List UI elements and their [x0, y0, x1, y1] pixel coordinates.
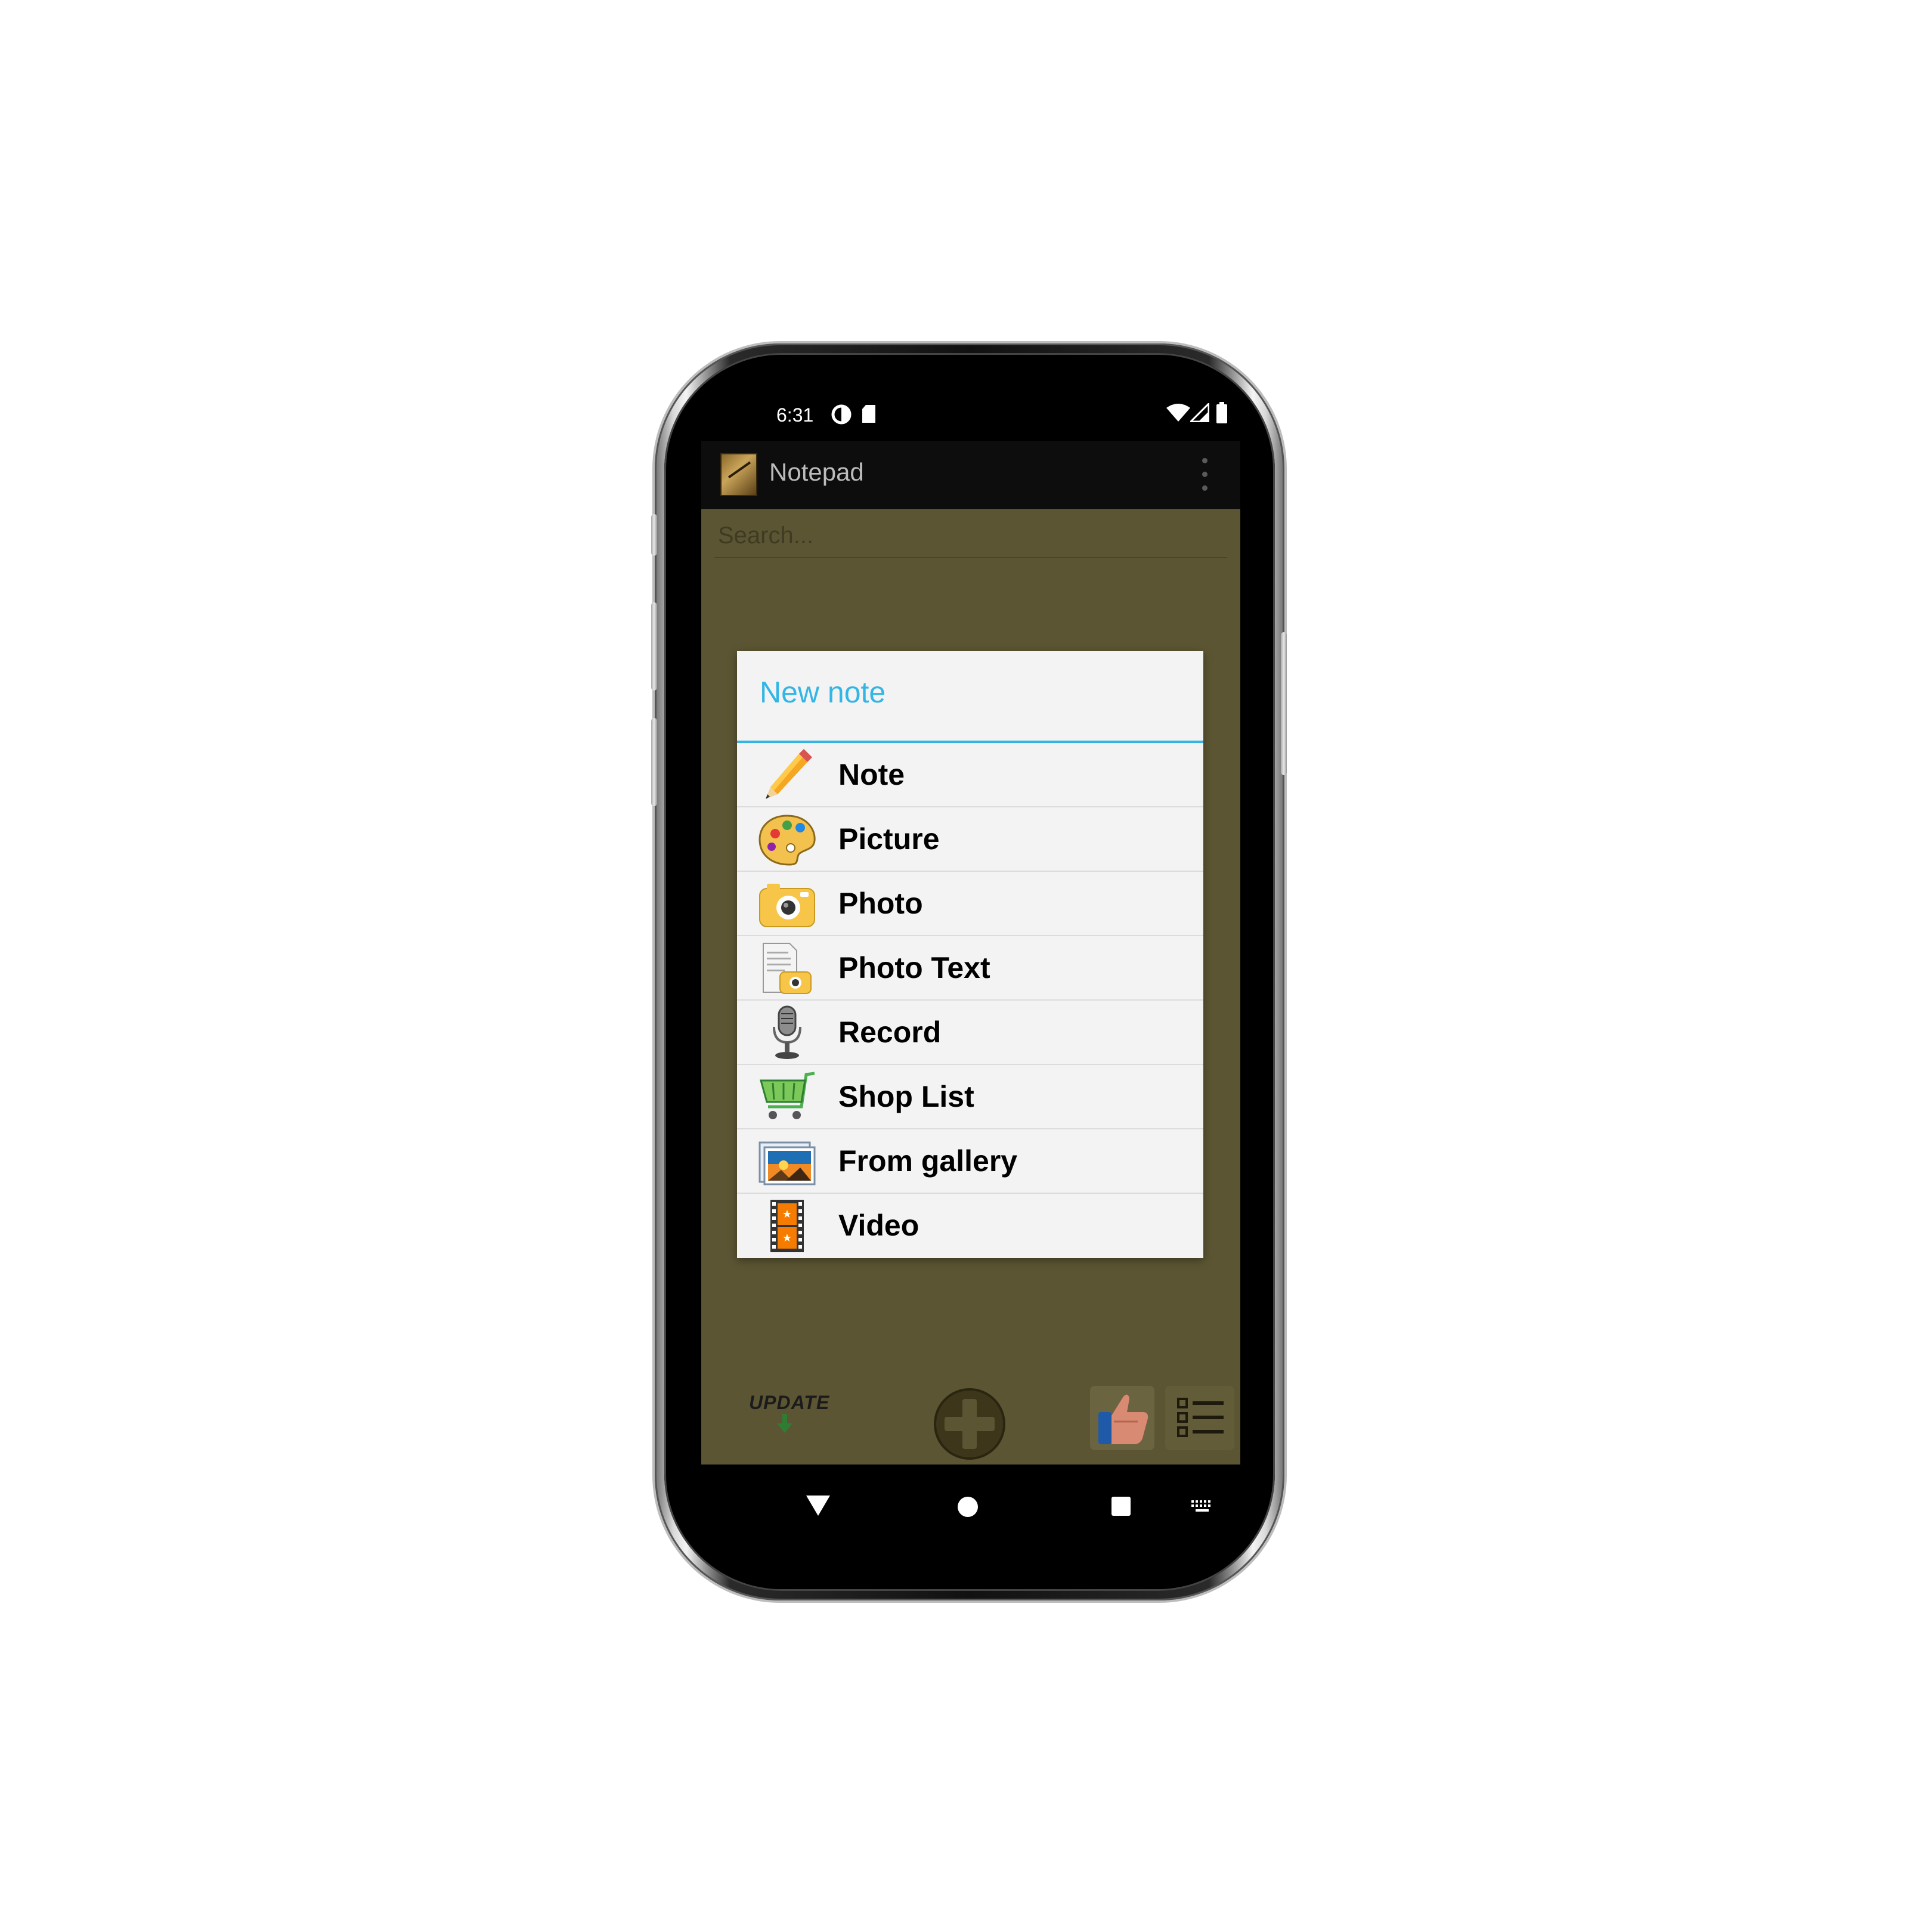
menu-item-label: Photo Text	[838, 951, 990, 984]
menu-item-record[interactable]: Record	[737, 1001, 1203, 1065]
menu-item-video[interactable]: ★ ★ Video	[737, 1194, 1203, 1258]
new-note-menu: Note Picture Photo Photo Text Record Sho…	[737, 743, 1203, 1258]
update-button[interactable]: UPDATE	[749, 1392, 830, 1445]
pencil-icon	[757, 748, 817, 803]
svg-text:★: ★	[782, 1208, 792, 1221]
phone-volume-up-button	[651, 602, 657, 691]
signal-icon	[1188, 401, 1210, 425]
microphone-icon	[757, 1005, 817, 1060]
menu-item-photo[interactable]: Photo	[737, 872, 1203, 936]
thumbs-up-icon	[1098, 1394, 1148, 1444]
screen: 6:31 Notepad New note	[701, 373, 1240, 1566]
menu-item-from-gallery[interactable]: From gallery	[737, 1129, 1203, 1194]
recents-icon[interactable]	[1111, 1497, 1131, 1516]
app-title: Notepad	[769, 458, 864, 486]
add-note-button[interactable]	[933, 1387, 1007, 1461]
list-view-icon	[1177, 1398, 1224, 1437]
camera-icon	[757, 877, 817, 931]
menu-item-label: Photo	[838, 887, 923, 920]
new-note-dialog: New note Note Picture Photo Photo Text R…	[737, 651, 1203, 1258]
status-bar: 6:31	[701, 373, 1240, 441]
menu-item-label: Video	[838, 1209, 919, 1242]
film-strip-icon: ★ ★	[757, 1199, 817, 1253]
menu-item-note[interactable]: Note	[737, 743, 1203, 807]
sd-card-icon	[861, 404, 877, 426]
down-arrow-icon	[777, 1414, 792, 1433]
bottom-action-bar: UPDATE	[701, 1368, 1240, 1465]
menu-item-label: Shop List	[838, 1080, 974, 1113]
document-camera-icon	[757, 941, 817, 996]
gallery-icon	[757, 1134, 817, 1189]
phone-power-button	[1281, 632, 1287, 775]
system-nav-bar	[701, 1465, 1240, 1566]
palette-icon	[757, 812, 817, 867]
data-saver-icon	[831, 404, 852, 427]
shopping-cart-icon	[757, 1070, 817, 1125]
menu-item-picture[interactable]: Picture	[737, 807, 1203, 872]
menu-item-photo-text[interactable]: Photo Text	[737, 936, 1203, 1001]
svg-text:★: ★	[782, 1232, 792, 1244]
menu-item-label: Note	[838, 758, 905, 791]
menu-item-label: From gallery	[838, 1144, 1018, 1178]
back-icon[interactable]	[806, 1496, 830, 1516]
update-label: UPDATE	[749, 1392, 830, 1413]
app-bar: Notepad	[701, 441, 1240, 509]
add-circle-icon	[934, 1388, 1005, 1460]
keyboard-icon[interactable]	[1190, 1499, 1214, 1513]
phone-side-button	[651, 514, 657, 556]
menu-item-label: Record	[838, 1015, 942, 1049]
notepad-logo-icon	[720, 453, 757, 496]
like-button[interactable]	[1090, 1386, 1154, 1450]
overflow-menu-icon[interactable]	[1202, 458, 1208, 491]
menu-item-shop-list[interactable]: Shop List	[737, 1065, 1203, 1129]
menu-item-label: Picture	[838, 822, 940, 856]
wifi-icon	[1166, 403, 1190, 425]
list-view-button[interactable]	[1165, 1386, 1234, 1450]
phone-volume-down-button	[651, 718, 657, 806]
search-input[interactable]	[714, 514, 1227, 558]
status-time: 6:31	[776, 404, 814, 426]
main-content: New note Note	[701, 509, 1240, 1465]
home-icon[interactable]	[958, 1497, 978, 1517]
dialog-title: New note	[760, 676, 886, 709]
battery-icon	[1216, 402, 1227, 426]
